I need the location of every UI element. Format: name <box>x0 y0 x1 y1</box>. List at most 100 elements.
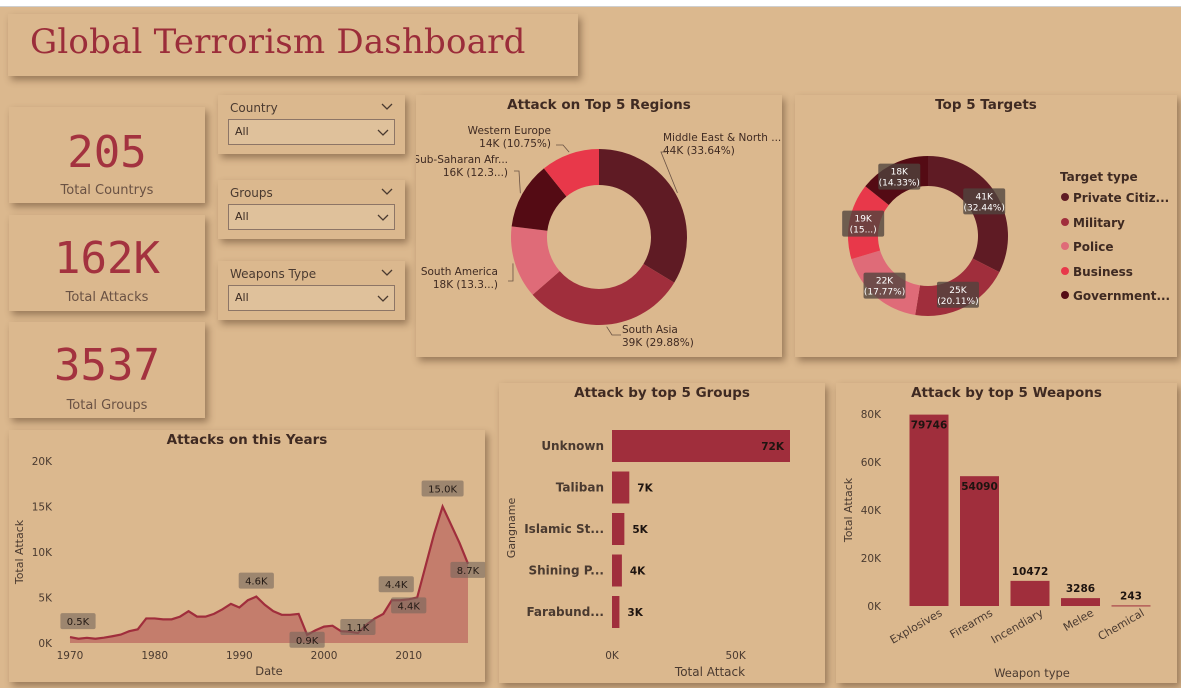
slicer-dropdown[interactable]: All <box>228 204 395 230</box>
bar <box>612 471 630 504</box>
data-label: 25K <box>949 286 967 296</box>
x-axis-label: Total Attack <box>674 665 745 679</box>
slice-label: Middle East & North ... <box>663 132 781 144</box>
y-tick-label: 60K <box>861 457 882 469</box>
data-label: 54090 <box>961 481 998 493</box>
kpi-label: Total Groups <box>66 398 148 413</box>
legend-label: Military <box>1073 215 1125 230</box>
x-tick-label: 2000 <box>311 650 338 662</box>
y-tick-label: 20K <box>861 553 882 565</box>
chevron-down-icon[interactable] <box>381 100 393 112</box>
x-tick-label: 1980 <box>141 650 168 662</box>
data-label: (15...) <box>850 226 877 236</box>
slice-value-label: 44K (33.64%) <box>663 145 735 157</box>
chevron-down-icon <box>377 129 389 136</box>
kpi-total-attacks: 162K Total Attacks <box>9 215 205 311</box>
donut-slice <box>599 149 687 283</box>
chevron-down-icon[interactable] <box>381 266 393 278</box>
x-tick-label: Chemical <box>1096 606 1147 643</box>
legend-item[interactable]: Police <box>1061 240 1114 254</box>
slicer-label: Weapons Type <box>230 267 317 281</box>
y-tick-label: 20K <box>32 456 53 468</box>
x-tick-label: Melee <box>1061 606 1096 634</box>
leader-line <box>508 263 514 282</box>
legend-title: Target type <box>1060 170 1138 184</box>
regions-donut-chart: Middle East & North ...44K (33.64%) South… <box>416 125 781 349</box>
legend-item[interactable]: Business <box>1061 265 1133 279</box>
slice-label: South Asia <box>622 324 678 336</box>
bar <box>909 414 949 606</box>
chevron-down-icon <box>377 214 389 221</box>
slicer-value: All <box>235 210 249 223</box>
legend-swatch <box>1061 291 1069 299</box>
x-tick-label: 50K <box>725 650 746 662</box>
bar <box>1111 605 1151 607</box>
y-tick-label: 0K <box>867 601 882 613</box>
slice-value-label: 39K (29.88%) <box>622 337 694 349</box>
x-axis-label: Weapon type <box>994 666 1070 680</box>
y-tick-label: 5K <box>38 593 53 605</box>
y-tick-label: 80K <box>861 409 882 421</box>
data-label: 0.5K <box>67 617 90 628</box>
slicer-dropdown[interactable]: All <box>228 285 395 311</box>
leader-line <box>606 326 621 336</box>
data-label: 10472 <box>1012 566 1049 578</box>
legend-label: Private Citiz... <box>1073 191 1170 205</box>
slicer-groups[interactable]: Groups All <box>218 180 405 239</box>
data-label: (32.44%) <box>964 203 1005 213</box>
data-label: (14.33%) <box>879 179 920 189</box>
legend-swatch <box>1061 266 1069 275</box>
data-label: 19K <box>854 215 872 225</box>
chart-groups-card: Attack by top 5 Groups Unknown 72K Taliban… <box>499 383 825 683</box>
data-label: 4K <box>630 566 646 578</box>
kpi-value: 3537 <box>54 340 160 391</box>
data-label: 3286 <box>1066 583 1095 595</box>
slice-value-label: 16K (12.3...) <box>443 167 508 179</box>
data-label: (20.11%) <box>937 297 978 307</box>
slice-label: Sub-Saharan Afr... <box>416 154 508 166</box>
bar <box>612 596 620 628</box>
x-tick-label: Incendiary <box>989 606 1046 646</box>
category-label: Taliban <box>556 481 604 495</box>
y-axis-label: Total Attack <box>13 519 26 585</box>
category-label: Farabund... <box>526 605 604 619</box>
data-label: 18K <box>891 168 909 178</box>
data-label: 4.4K <box>397 601 420 612</box>
kpi-total-groups: 3537 Total Groups <box>9 322 205 418</box>
legend-label: Government... <box>1073 289 1171 303</box>
legend-item[interactable]: Military <box>1061 216 1125 230</box>
category-label: Shining P... <box>528 564 604 578</box>
data-label: 1.1K <box>347 623 370 634</box>
legend-item[interactable]: Private Citiz... <box>1061 191 1169 205</box>
data-label: 0.9K <box>296 636 319 647</box>
y-tick-label: 15K <box>32 502 53 514</box>
x-tick-label: 1970 <box>57 650 84 662</box>
slicer-country[interactable]: Country All <box>218 95 405 154</box>
leader-line <box>556 144 570 153</box>
kpi-total-countries: 205 Total Countrys <box>9 107 205 203</box>
groups-bar-chart: Unknown 72K Taliban 7K Islamic St... 5K Shinin… <box>505 430 790 679</box>
slicer-weapons-type[interactable]: Weapons Type All <box>218 261 405 320</box>
x-tick-label: 1990 <box>226 650 253 662</box>
slicer-dropdown[interactable]: All <box>228 119 395 145</box>
legend-item[interactable]: Government... <box>1061 289 1170 303</box>
kpi-value: 205 <box>67 127 147 178</box>
x-tick-label: 0K <box>605 650 620 662</box>
chart-regions-card: Attack on Top 5 Regions Middle East & No… <box>416 95 782 357</box>
kpi-label: Total Countrys <box>60 183 154 198</box>
slice-label: Western Europe <box>468 125 551 137</box>
category-label: Islamic St... <box>524 522 604 536</box>
x-tick-label: Explosives <box>888 606 945 646</box>
data-label: 3K <box>627 607 643 619</box>
slicer-label: Groups <box>230 186 273 200</box>
chart-weapons-card: Attack by top 5 Weapons 0K 20K 40K 60K 80K 79… <box>836 383 1177 683</box>
bar <box>612 554 622 587</box>
slice-label: South America <box>421 266 498 278</box>
chevron-down-icon[interactable] <box>381 185 393 197</box>
legend-swatch <box>1061 193 1069 201</box>
data-label: 243 <box>1120 590 1142 602</box>
chevron-down-icon <box>377 295 389 302</box>
data-label: 22K <box>876 277 894 287</box>
y-tick-label: 40K <box>861 505 882 517</box>
kpi-value: 162K <box>54 233 160 284</box>
